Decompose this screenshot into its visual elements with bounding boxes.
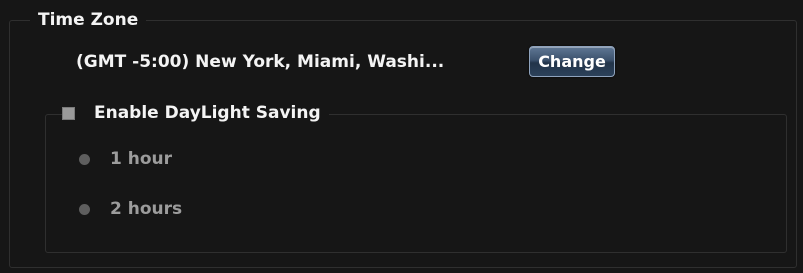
current-time-zone-value: (GMT -5:00) New York, Miami, Washi... (76, 52, 445, 72)
option-1-hour[interactable]: 1 hour (79, 148, 172, 170)
time-zone-panel: Time Zone (GMT -5:00) New York, Miami, W… (0, 0, 803, 273)
radio-2-hours-label: 2 hours (110, 199, 183, 219)
daylight-saving-group (45, 114, 787, 253)
radio-1-hour-label: 1 hour (110, 149, 173, 169)
daylight-saving-toggle[interactable]: Enable DayLight Saving (62, 102, 329, 124)
time-zone-title: Time Zone (30, 10, 147, 30)
change-time-zone-button[interactable]: Change (529, 46, 615, 77)
daylight-saving-checkbox[interactable] (62, 106, 75, 120)
radio-1-hour[interactable] (79, 153, 90, 165)
option-2-hours[interactable]: 2 hours (79, 198, 182, 220)
daylight-saving-label: Enable DayLight Saving (94, 103, 321, 123)
radio-2-hours[interactable] (79, 203, 90, 215)
